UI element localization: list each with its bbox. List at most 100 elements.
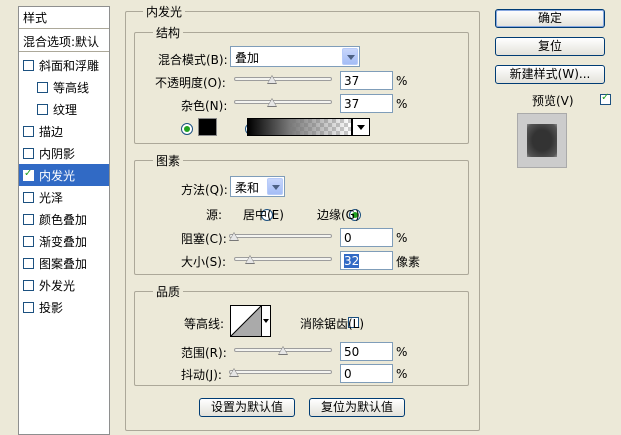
bevel-checkbox[interactable]	[23, 60, 34, 71]
opacity-slider[interactable]	[234, 71, 332, 87]
method-value: 柔和	[235, 181, 260, 195]
size-value: 32	[344, 254, 360, 268]
choke-unit: %	[396, 231, 408, 245]
blend-mode-label: 混合模式(B):	[158, 53, 228, 67]
color-swatch[interactable]	[198, 118, 217, 136]
slider-thumb[interactable]	[278, 346, 288, 355]
choke-slider[interactable]	[229, 228, 332, 244]
size-input[interactable]: 32	[340, 251, 393, 270]
sidebar-item-label: 投影	[39, 301, 64, 315]
sidebar-item-inner-shadow[interactable]: 内阴影	[19, 142, 109, 164]
outer-glow-checkbox[interactable]	[23, 280, 34, 291]
chevron-down-icon	[267, 178, 283, 195]
preview-label[interactable]: 预览(V)	[532, 92, 574, 109]
choke-label: 阻塞(C):	[181, 232, 227, 246]
size-slider[interactable]	[234, 251, 332, 267]
jitter-unit: %	[396, 367, 408, 381]
inner-glow-checkbox[interactable]	[23, 168, 34, 181]
jitter-input[interactable]: 0	[340, 364, 393, 383]
preview-swatch	[527, 124, 557, 157]
style-preview	[517, 113, 567, 168]
elements-title: 图素	[153, 152, 184, 169]
sidebar-item-blending-options[interactable]: 混合选项:默认	[19, 30, 109, 52]
slider-thumb[interactable]	[266, 75, 277, 84]
sidebar-item-label: 等高线	[53, 81, 90, 95]
jitter-value: 0	[344, 367, 352, 381]
sidebar-item-label: 斜面和浮雕	[39, 59, 100, 73]
source-label: 源:	[206, 208, 223, 222]
chevron-down-icon	[263, 319, 269, 323]
slider-thumb[interactable]	[229, 232, 239, 241]
blend-mode-value: 叠加	[235, 51, 260, 65]
contour-thumbnail[interactable]	[230, 305, 262, 337]
sidebar-item-texture[interactable]: 纹理	[19, 98, 109, 120]
gradient-overlay-checkbox[interactable]	[23, 236, 34, 247]
range-slider[interactable]	[234, 342, 332, 358]
color-overlay-checkbox[interactable]	[23, 214, 34, 225]
new-style-button[interactable]: 新建样式(W)...	[495, 65, 605, 84]
sidebar-item-satin[interactable]: 光泽	[19, 186, 109, 208]
slider-thumb[interactable]	[245, 255, 256, 264]
method-label: 方法(Q):	[181, 183, 228, 197]
sidebar-item-bevel-emboss[interactable]: 斜面和浮雕	[19, 54, 109, 76]
sidebar-item-stroke[interactable]: 描边	[19, 120, 109, 142]
opacity-unit: %	[396, 74, 408, 88]
blend-mode-select[interactable]: 叠加	[230, 46, 360, 67]
slider-thumb[interactable]	[266, 98, 277, 107]
noise-label: 杂色(N):	[181, 99, 228, 113]
quality-title: 品质	[153, 283, 184, 300]
sidebar-item-outer-glow[interactable]: 外发光	[19, 274, 109, 296]
pattern-overlay-checkbox[interactable]	[23, 258, 34, 269]
sidebar-item-label: 混合选项:默认	[23, 35, 100, 49]
contour-label: 等高线:	[184, 317, 225, 331]
panel-title: 内发光	[143, 3, 186, 20]
choke-value: 0	[344, 231, 352, 245]
sidebar-item-pattern-overlay[interactable]: 图案叠加	[19, 252, 109, 274]
source-center-label[interactable]: 居中(E)	[243, 206, 284, 223]
reset-default-button[interactable]: 复位为默认值	[309, 398, 405, 417]
contour-picker-button[interactable]	[262, 305, 271, 337]
sidebar-item-inner-glow[interactable]: 内发光	[19, 164, 109, 186]
sidebar-item-label: 光泽	[39, 191, 64, 205]
satin-checkbox[interactable]	[23, 192, 34, 203]
choke-input[interactable]: 0	[340, 228, 393, 247]
ok-button[interactable]: 确定	[495, 9, 605, 28]
noise-input[interactable]: 37	[340, 94, 393, 113]
range-input[interactable]: 50	[340, 342, 393, 361]
gradient-picker-button[interactable]	[352, 118, 370, 136]
slider-track	[234, 100, 332, 104]
chevron-down-icon	[357, 125, 365, 130]
noise-unit: %	[396, 97, 408, 111]
texture-checkbox[interactable]	[37, 104, 48, 115]
source-edge-label[interactable]: 边缘(G)	[317, 206, 360, 223]
jitter-slider[interactable]	[229, 364, 332, 380]
slider-track	[229, 370, 332, 374]
contour-checkbox[interactable]	[37, 82, 48, 93]
sidebar-item-label: 纹理	[53, 103, 78, 117]
opacity-input[interactable]: 37	[340, 71, 393, 90]
sidebar-item-drop-shadow[interactable]: 投影	[19, 296, 109, 318]
structure-title: 结构	[153, 24, 184, 41]
sidebar-item-color-overlay[interactable]: 颜色叠加	[19, 208, 109, 230]
size-label: 大小(S):	[181, 255, 227, 269]
range-label: 范围(R):	[181, 346, 227, 360]
noise-value: 37	[344, 97, 360, 111]
sidebar-item-gradient-overlay[interactable]: 渐变叠加	[19, 230, 109, 252]
inner-shadow-checkbox[interactable]	[23, 148, 34, 159]
antialias-label[interactable]: 消除锯齿(L)	[300, 315, 364, 332]
range-unit: %	[396, 345, 408, 359]
method-select[interactable]: 柔和	[230, 176, 285, 197]
sidebar-item-contour[interactable]: 等高线	[19, 76, 109, 98]
styles-sidebar: 样式 混合选项:默认 斜面和浮雕 等高线 纹理 描边 内阴影 内发光 光泽 颜色…	[18, 6, 110, 435]
set-default-button[interactable]: 设置为默认值	[199, 398, 295, 417]
opacity-label: 不透明度(O):	[155, 76, 226, 90]
stroke-checkbox[interactable]	[23, 126, 34, 137]
solid-color-radio[interactable]	[181, 123, 193, 135]
slider-thumb[interactable]	[229, 368, 239, 377]
drop-shadow-checkbox[interactable]	[23, 302, 34, 313]
gradient-swatch[interactable]	[247, 118, 352, 136]
sidebar-item-label: 外发光	[39, 279, 76, 293]
preview-checkbox[interactable]	[600, 92, 612, 105]
noise-slider[interactable]	[234, 94, 332, 110]
reset-button[interactable]: 复位	[495, 37, 605, 56]
